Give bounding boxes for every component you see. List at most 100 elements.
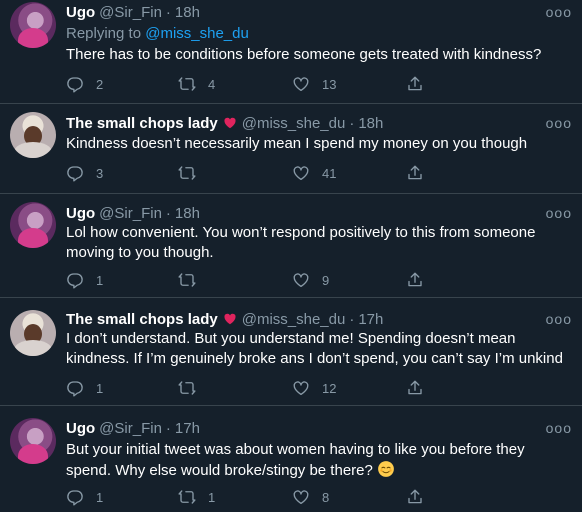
share-button[interactable] [406, 164, 436, 182]
heart-emoji-icon [222, 116, 238, 130]
like-button[interactable]: 12 [292, 379, 336, 397]
avatar[interactable] [10, 2, 56, 48]
separator: · [349, 115, 355, 132]
share-icon [406, 271, 424, 289]
share-icon [406, 75, 424, 93]
retweet-button[interactable] [178, 271, 208, 289]
like-icon [292, 379, 310, 397]
retweet-icon [178, 488, 196, 506]
author-name[interactable]: Ugo [66, 420, 95, 437]
author-name[interactable]: Ugo [66, 4, 95, 21]
mention-link[interactable]: @miss_she_du [145, 25, 249, 42]
share-button[interactable] [406, 379, 436, 397]
author-handle[interactable]: @Sir_Fin [99, 420, 162, 437]
reply-button[interactable]: 1 [66, 271, 103, 289]
like-button[interactable]: 13 [292, 75, 336, 93]
separator: · [165, 4, 171, 21]
like-count: 13 [322, 76, 337, 92]
tweet-time[interactable]: 18h [175, 4, 200, 21]
reply-count: 1 [96, 489, 104, 505]
tweet-text: But your initial tweet was about women h… [66, 440, 571, 481]
like-button[interactable]: 9 [292, 271, 329, 289]
author-name[interactable]: The small chops lady [66, 311, 218, 328]
relieved-face-emoji-icon [377, 460, 395, 478]
like-button[interactable]: 8 [292, 488, 329, 506]
avatar[interactable] [10, 418, 56, 464]
reply-count: 1 [96, 380, 104, 396]
tweet-actions: 1 1 8 [66, 488, 506, 508]
reply-button[interactable]: 3 [66, 164, 103, 182]
tweet[interactable]: Ugo @Sir_Fin · 18h ooo Replying to @miss_sh… [0, 0, 582, 104]
author-handle[interactable]: @Sir_Fin [99, 205, 162, 222]
reply-icon [66, 488, 84, 506]
reply-icon [66, 379, 84, 397]
like-count: 8 [322, 489, 330, 505]
tweet-text-content: But your initial tweet was about women h… [66, 441, 525, 479]
more-options-icon[interactable]: ooo [546, 420, 572, 436]
avatar[interactable] [10, 202, 56, 248]
like-count: 41 [322, 165, 337, 181]
share-button[interactable] [406, 75, 436, 93]
retweet-button[interactable]: 4 [178, 75, 215, 93]
tweet-time[interactable]: 17h [358, 311, 383, 328]
more-options-icon[interactable]: ooo [546, 4, 572, 20]
reply-count: 3 [96, 165, 104, 181]
tweet-text: I don’t understand. But you understand m… [66, 330, 563, 367]
tweet-time[interactable]: 17h [175, 420, 200, 437]
tweet-actions: 3 41 [66, 164, 506, 184]
tweet-actions: 2 4 13 [66, 75, 506, 95]
like-icon [292, 271, 310, 289]
author-handle[interactable]: @miss_she_du [242, 311, 346, 328]
share-button[interactable] [406, 271, 436, 289]
reply-icon [66, 75, 84, 93]
like-icon [292, 164, 310, 182]
retweet-button[interactable] [178, 164, 208, 182]
separator: · [165, 420, 171, 437]
retweet-icon [178, 379, 196, 397]
reply-button[interactable]: 1 [66, 379, 103, 397]
reply-icon [66, 164, 84, 182]
author-handle[interactable]: @miss_she_du [242, 115, 346, 132]
retweet-icon [178, 164, 196, 182]
tweet[interactable]: Ugo @Sir_Fin · 18h ooo Lol how convenient. … [0, 194, 582, 298]
avatar[interactable] [10, 310, 56, 356]
reply-button[interactable]: 1 [66, 488, 103, 506]
reply-button[interactable]: 2 [66, 75, 103, 93]
author-handle[interactable]: @Sir_Fin [99, 4, 162, 21]
like-icon [292, 488, 310, 506]
share-button[interactable] [406, 488, 436, 506]
replying-to: Replying to @miss_she_du [66, 25, 249, 43]
retweet-button[interactable]: 1 [178, 488, 215, 506]
tweet-time[interactable]: 18h [358, 115, 383, 132]
like-button[interactable]: 41 [292, 164, 336, 182]
tweet-header: The small chops lady @miss_she_du · 17h [66, 311, 383, 329]
author-name[interactable]: Ugo [66, 205, 95, 222]
tweet[interactable]: Ugo @Sir_Fin · 17h ooo But your initial twe… [0, 406, 582, 512]
reply-icon [66, 271, 84, 289]
more-options-icon[interactable]: ooo [546, 311, 572, 327]
tweet-text: Kindness doesn’t necessarily mean I spen… [66, 135, 528, 152]
heart-emoji-icon [222, 312, 238, 326]
retweet-icon [178, 271, 196, 289]
tweet-header: The small chops lady @miss_she_du · 18h [66, 115, 383, 133]
tweet-header: Ugo @Sir_Fin · 18h [66, 4, 200, 22]
separator: · [165, 205, 171, 222]
share-icon [406, 164, 424, 182]
tweet-header: Ugo @Sir_Fin · 18h [66, 205, 200, 223]
like-count: 9 [322, 272, 330, 288]
more-options-icon[interactable]: ooo [546, 205, 572, 221]
retweet-count: 1 [208, 489, 216, 505]
retweet-button[interactable] [178, 379, 208, 397]
tweet[interactable]: The small chops lady @miss_she_du · 17h ooo… [0, 298, 582, 406]
author-name[interactable]: The small chops lady [66, 115, 218, 132]
avatar[interactable] [10, 112, 56, 158]
tweet[interactable]: The small chops lady @miss_she_du · 18h ooo… [0, 104, 582, 194]
more-options-icon[interactable]: ooo [546, 115, 572, 131]
share-icon [406, 488, 424, 506]
tweet-time[interactable]: 18h [175, 205, 200, 222]
separator: · [349, 311, 355, 328]
tweet-text: There has to be conditions before someon… [66, 46, 542, 63]
reply-count: 1 [96, 272, 104, 288]
retweet-count: 4 [208, 76, 216, 92]
reply-count: 2 [96, 76, 104, 92]
